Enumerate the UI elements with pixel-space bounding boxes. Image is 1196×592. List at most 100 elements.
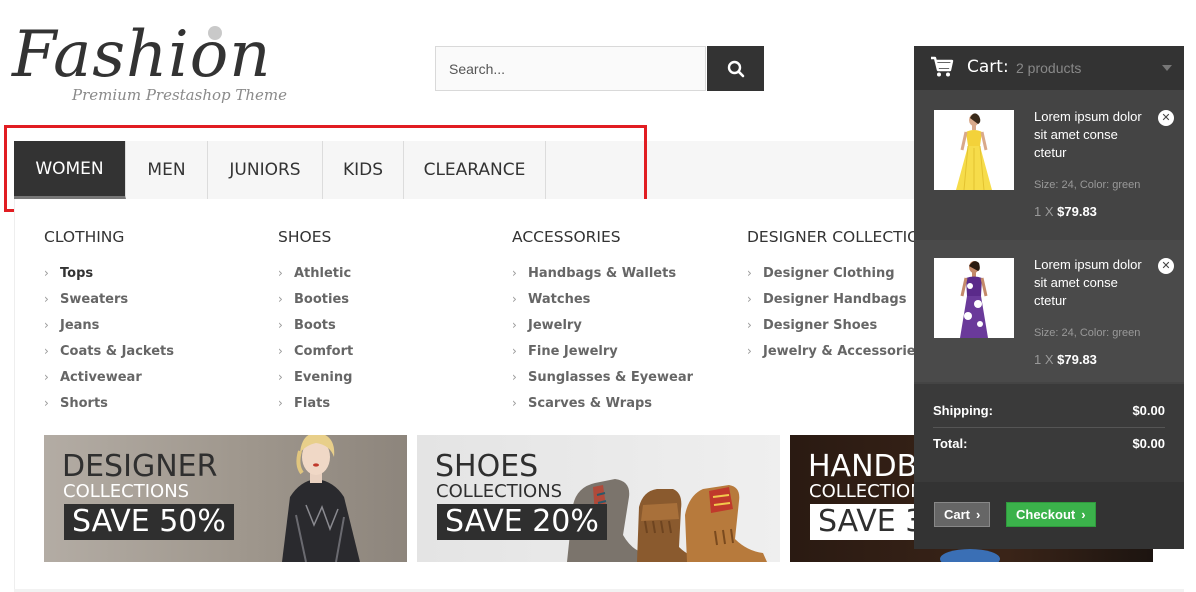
menu-link-scarves-wraps[interactable]: › Scarves & Wraps [512,390,693,416]
search-input[interactable] [435,46,706,91]
cart-item-name[interactable]: Lorem ipsum dolor sit amet conse ctetur [1034,256,1152,310]
view-cart-button[interactable]: Cart › [934,502,991,527]
menu-link-shorts[interactable]: › Shorts [44,390,174,416]
banner-subtitle: COLLECTIONS [436,481,563,502]
banner-subtitle: COLLECTION [809,481,924,502]
menu-column-title[interactable]: ACCESSORIES [512,228,693,248]
product-thumbnail[interactable] [934,258,1014,338]
chevron-right-icon: › [976,507,981,522]
menu-link-jewelry-accessories[interactable]: › Jewelry & Accessories [747,338,923,364]
menu-column-title[interactable]: SHOES [278,228,353,248]
chevron-right-icon: › [278,344,283,358]
menu-column-clothing: CLOTHING › Tops › Sweaters › Jeans › Coats &… [44,228,174,416]
chevron-right-icon: › [747,266,752,280]
menu-link-fine-jewelry[interactable]: › Fine Jewelry [512,338,693,364]
chevron-right-icon: › [1081,507,1086,522]
banner-title: SHOES [435,449,539,484]
menu-link-flats[interactable]: › Flats [278,390,353,416]
chevron-right-icon: › [747,344,752,358]
menu-link-handbags-wallets[interactable]: › Handbags & Wallets [512,260,693,286]
cart-footer: Cart › Checkout › [914,482,1184,549]
chevron-right-icon: › [747,318,752,332]
logo-dot [208,26,222,40]
menu-column-shoes: SHOES › Athletic › Booties › Boots › Comfort… [278,228,353,416]
chevron-right-icon: › [512,370,517,384]
chevron-right-icon: › [44,318,49,332]
shipping-row: Shipping: $0.00 [933,403,1165,418]
cart-product-count: 2 products [1016,60,1082,76]
checkout-button[interactable]: Checkout › [1006,502,1096,527]
banner-title: DESIGNER [62,449,218,484]
cart-item-qty-price: 1 X $79.83 [1034,352,1097,367]
chevron-right-icon: › [512,318,517,332]
menu-link-sweaters[interactable]: › Sweaters [44,286,174,312]
menu-link-jeans[interactable]: › Jeans [44,312,174,338]
chevron-right-icon: › [278,292,283,306]
search-button[interactable] [707,46,764,91]
menu-link-jewelry[interactable]: › Jewelry [512,312,693,338]
cart-item-qty-price: 1 X $79.83 [1034,204,1097,219]
cart-icon [931,56,954,77]
total-row: Total: $0.00 [933,436,1165,451]
site-logo[interactable]: Fashion Premium Prestashop Theme [12,18,312,110]
totals-divider [933,427,1165,428]
cart-item-price: $79.83 [1057,352,1097,367]
cart-header[interactable]: Cart: 2 products [914,46,1184,90]
chevron-right-icon: › [512,396,517,410]
chevron-right-icon: › [278,318,283,332]
menu-column-accessories: ACCESSORIES › Handbags & Wallets › Watches… [512,228,693,416]
menu-link-evening[interactable]: › Evening [278,364,353,390]
banner-save-label: SAVE 50% [64,504,234,540]
menu-link-coats-jackets[interactable]: › Coats & Jackets [44,338,174,364]
banner-designer[interactable]: DESIGNER COLLECTIONS SAVE 50% [44,435,407,562]
logo-title: Fashion [12,18,272,92]
cart-label: Cart: [967,57,1009,77]
menu-link-boots[interactable]: › Boots [278,312,353,338]
chevron-right-icon: › [278,370,283,384]
cart-totals: Shipping: $0.00 Total: $0.00 [914,384,1184,482]
shipping-label: Shipping: [933,403,993,418]
chevron-right-icon: › [44,396,49,410]
chevron-right-icon: › [512,266,517,280]
chevron-right-icon: › [278,266,283,280]
menu-link-athletic[interactable]: › Athletic [278,260,353,286]
cart-item-price: $79.83 [1057,204,1097,219]
chevron-right-icon: › [512,344,517,358]
total-value: $0.00 [1132,436,1165,451]
cart-item: Lorem ipsum dolor sit amet conse ctetur … [914,240,1184,382]
menu-column-title[interactable]: DESIGNER COLLECTIO [747,228,923,248]
product-thumbnail[interactable] [934,110,1014,190]
chevron-right-icon: › [278,396,283,410]
menu-link-watches[interactable]: › Watches [512,286,693,312]
menu-link-sunglasses-eyewear[interactable]: › Sunglasses & Eyewear [512,364,693,390]
search-icon [727,60,744,77]
chevron-right-icon: › [747,292,752,306]
caret-down-icon [1162,65,1172,71]
cart-item-qty: 1 X [1034,204,1054,219]
checkout-label: Checkout [1016,507,1076,522]
remove-item-icon[interactable]: ✕ [1158,258,1174,274]
banner-shoes[interactable]: SHOES COLLECTIONS SAVE 20% [417,435,780,562]
banner-subtitle: COLLECTIONS [63,481,190,502]
menu-link-designer-clothing[interactable]: › Designer Clothing [747,260,923,286]
view-cart-label: Cart [944,507,971,522]
chevron-right-icon: › [512,292,517,306]
remove-item-icon[interactable]: ✕ [1158,110,1174,126]
cart-item-qty: 1 X [1034,352,1054,367]
shipping-value: $0.00 [1132,403,1165,418]
menu-link-tops[interactable]: › Tops [44,260,174,286]
menu-link-designer-handbags[interactable]: › Designer Handbags [747,286,923,312]
menu-column-title[interactable]: CLOTHING [44,228,174,248]
menu-column-designer: DESIGNER COLLECTIO › Designer Clothing › D… [747,228,923,364]
total-label: Total: [933,436,968,451]
menu-link-activewear[interactable]: › Activewear [44,364,174,390]
menu-link-designer-shoes[interactable]: › Designer Shoes [747,312,923,338]
cart-item: Lorem ipsum dolor sit amet conse ctetur … [914,92,1184,234]
menu-link-comfort[interactable]: › Comfort [278,338,353,364]
chevron-right-icon: › [44,344,49,358]
menu-link-booties[interactable]: › Booties [278,286,353,312]
chevron-right-icon: › [44,370,49,384]
chevron-right-icon: › [44,266,49,280]
logo-subtitle: Premium Prestashop Theme [72,86,288,104]
cart-item-name[interactable]: Lorem ipsum dolor sit amet conse ctetur [1034,108,1152,162]
